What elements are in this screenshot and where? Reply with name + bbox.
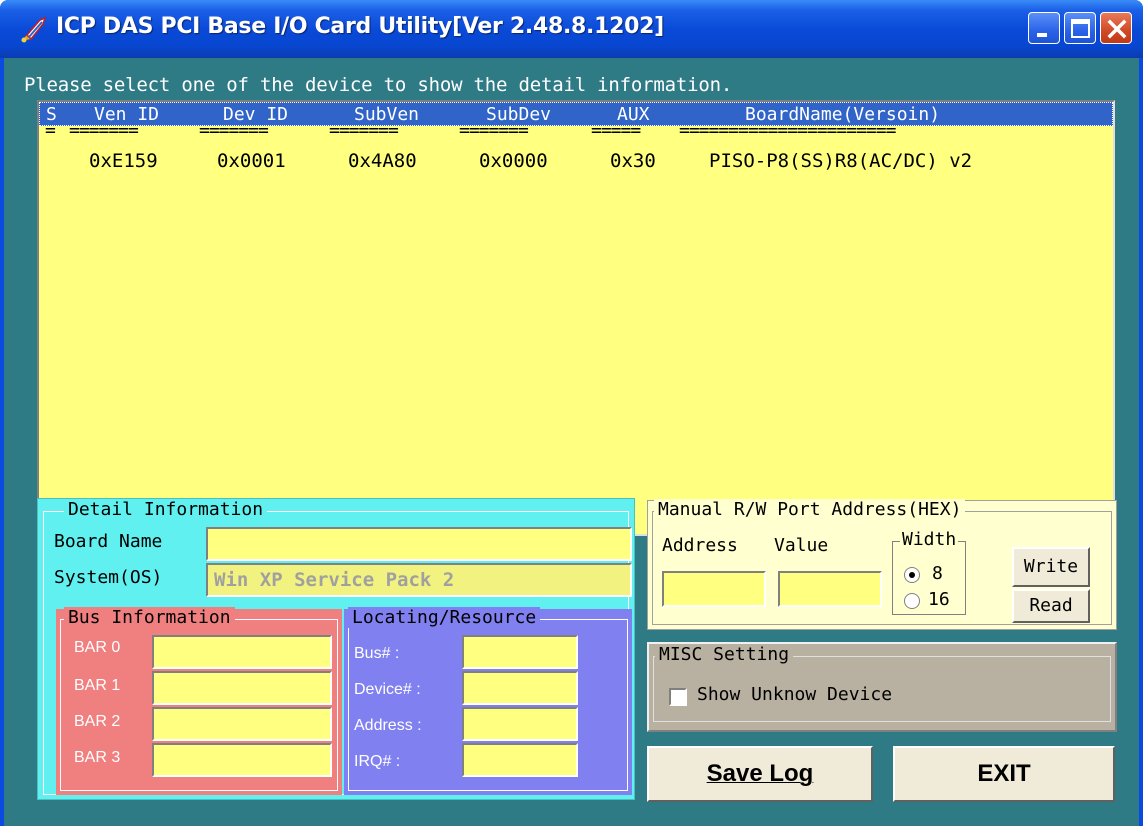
width-8-radio[interactable]: [904, 567, 920, 583]
bar0-label: BAR 0: [74, 639, 121, 656]
system-os-field[interactable]: Win XP Service Pack 2: [206, 563, 632, 597]
maximize-icon: [1071, 19, 1090, 38]
separator-s: =: [45, 120, 56, 141]
device-number-field[interactable]: [462, 671, 578, 705]
irq-number-field[interactable]: [462, 743, 578, 777]
separator-subven: =======: [329, 120, 399, 141]
detail-information-panel: Detail Information Board Name System(OS)…: [37, 498, 635, 800]
client-area: Please select one of the device to show …: [4, 58, 1139, 826]
separator-ven-id: =======: [69, 120, 139, 141]
bar2-field[interactable]: [152, 707, 332, 741]
close-button[interactable]: [1100, 12, 1132, 44]
board-name-label: Board Name: [54, 531, 163, 552]
bus-number-field[interactable]: [462, 635, 578, 669]
separator-aux: =====: [591, 120, 641, 141]
app-window: ICP DAS PCI Base I/O Card Utility[Ver 2.…: [0, 0, 1143, 826]
value-column-label: Value: [774, 535, 829, 556]
separator-row: = ======= ======= ======= ======= ===== …: [39, 120, 1113, 146]
detail-group-title: Detail Information: [64, 499, 268, 520]
cell-aux: 0x30: [610, 150, 656, 172]
separator-boardname: ======================: [679, 120, 896, 141]
minimize-icon: [1037, 33, 1047, 37]
minimize-button[interactable]: [1028, 12, 1060, 44]
address-field[interactable]: [462, 707, 578, 741]
cell-boardname: PISO-P8(SS)R8(AC/DC) v2: [709, 150, 973, 172]
bar2-label: BAR 2: [74, 713, 121, 730]
board-name-field[interactable]: [206, 527, 632, 561]
close-icon: [1107, 19, 1127, 39]
exit-label: EXIT: [977, 760, 1031, 787]
device-list[interactable]: S Ven ID Dev ID SubVen SubDev AUX BoardN…: [37, 100, 1115, 536]
save-log-button[interactable]: Save Log: [647, 746, 873, 802]
width-16-label: 16: [928, 589, 950, 610]
write-button[interactable]: Write: [1012, 547, 1090, 587]
cell-subdev: 0x0000: [479, 150, 548, 172]
bar3-label: BAR 3: [74, 749, 121, 766]
width-group-title: Width: [900, 529, 959, 550]
system-os-label: System(OS): [54, 567, 163, 588]
locating-group-title: Locating/Resource: [348, 607, 541, 628]
read-button[interactable]: Read: [1012, 589, 1090, 623]
bar0-field[interactable]: [152, 635, 332, 669]
locating-resource-panel: Locating/Resource Bus# : Device# : Addre…: [344, 607, 632, 795]
bar3-field[interactable]: [152, 743, 332, 777]
instruction-text: Please select one of the device to show …: [24, 74, 733, 96]
bus-information-panel: Bus Information BAR 0 BAR 1 BAR 2 BAR 3: [56, 607, 342, 795]
width-16-radio[interactable]: [904, 593, 920, 609]
cell-ven-id: 0xE159: [89, 150, 158, 172]
address-column-label: Address: [662, 535, 738, 556]
width-8-label: 8: [932, 563, 943, 584]
bar1-label: BAR 1: [74, 677, 121, 694]
device-row[interactable]: 0xE159 0x0001 0x4A80 0x0000 0x30 PISO-P8…: [39, 150, 1113, 174]
separator-dev-id: =======: [199, 120, 269, 141]
show-unknown-device-checkbox[interactable]: [669, 688, 687, 706]
separator-subdev: =======: [459, 120, 529, 141]
bar1-field[interactable]: [152, 671, 332, 705]
app-icon: [21, 16, 47, 43]
cell-subven: 0x4A80: [348, 150, 417, 172]
save-log-label: Save Log: [706, 760, 814, 787]
port-value-input[interactable]: [778, 571, 882, 607]
bus-number-label: Bus# :: [354, 645, 400, 662]
title-bar[interactable]: ICP DAS PCI Base I/O Card Utility[Ver 2.…: [0, 0, 1143, 58]
exit-button[interactable]: EXIT: [893, 746, 1115, 802]
bus-group-title: Bus Information: [64, 607, 235, 628]
cell-dev-id: 0x0001: [217, 150, 286, 172]
manual-rw-panel: Manual R/W Port Address(HEX) Address Val…: [647, 499, 1117, 630]
show-unknown-device-label[interactable]: Show Unknow Device: [697, 684, 892, 705]
irq-number-label: IRQ# :: [354, 753, 401, 770]
misc-group-title: MISC Setting: [655, 644, 794, 665]
manual-group-title: Manual R/W Port Address(HEX): [654, 499, 966, 520]
port-address-input[interactable]: [662, 571, 766, 607]
misc-setting-panel: MISC Setting Show Unknow Device: [647, 642, 1117, 732]
device-number-label: Device# :: [354, 681, 421, 698]
address-label: Address :: [354, 717, 422, 734]
maximize-button[interactable]: [1064, 12, 1096, 44]
window-title: ICP DAS PCI Base I/O Card Utility[Ver 2.…: [56, 14, 664, 39]
